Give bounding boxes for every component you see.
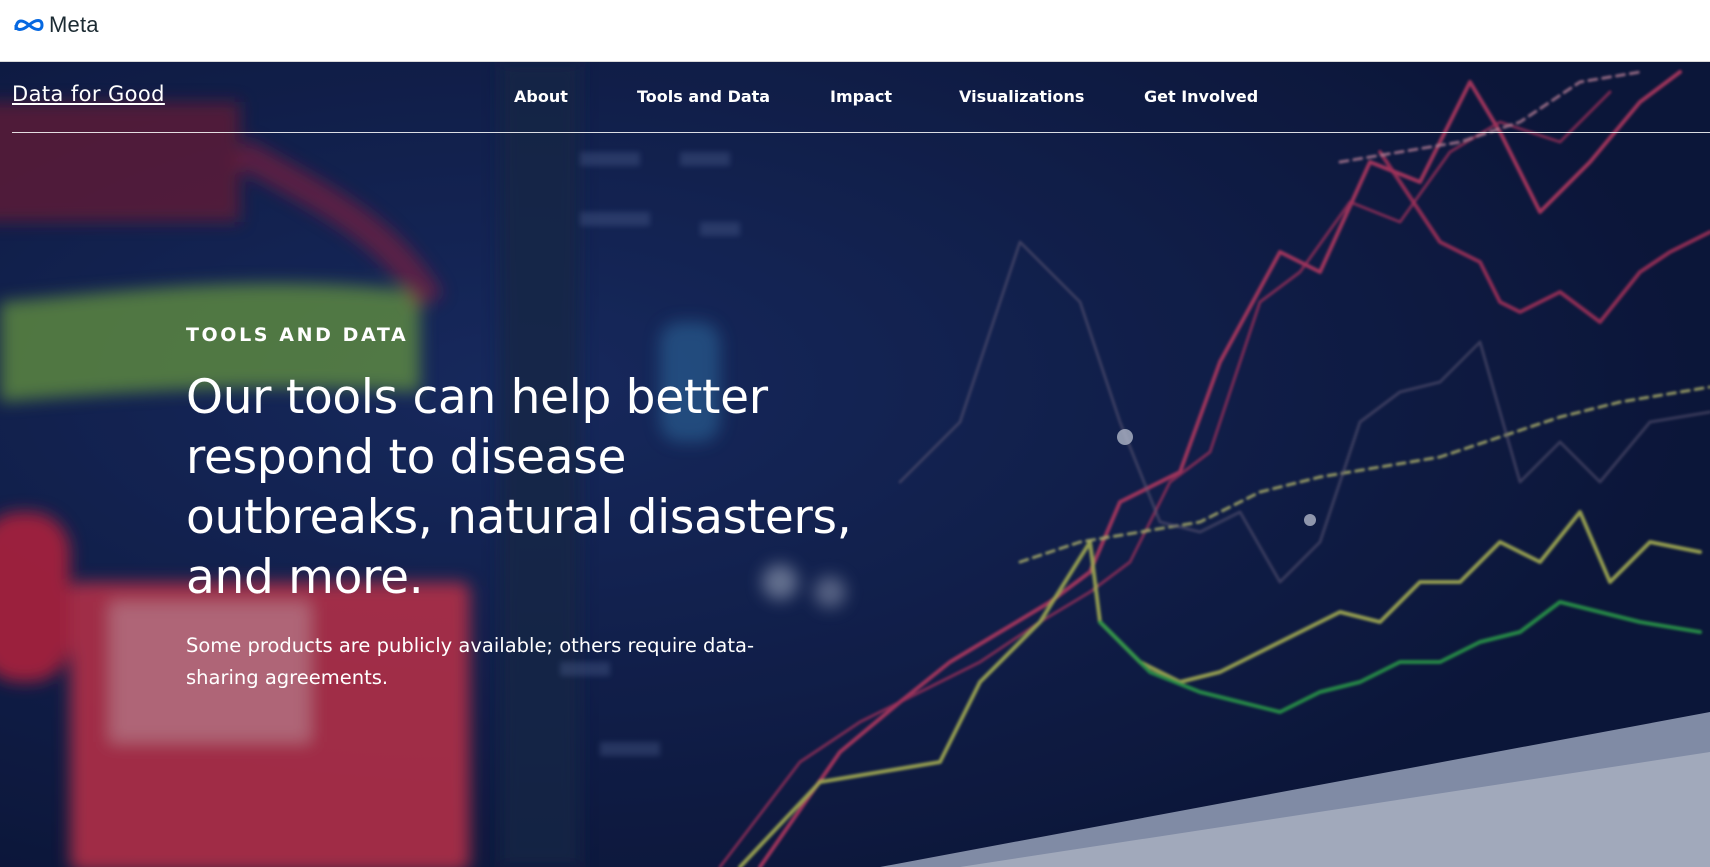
nav-item-tools-and-data[interactable]: Tools and Data bbox=[637, 87, 770, 106]
meta-logo-link[interactable]: Meta bbox=[13, 12, 99, 38]
site-title-link[interactable]: Data for Good bbox=[12, 82, 165, 106]
hero-content: TOOLS AND DATA Our tools can help better… bbox=[186, 324, 886, 694]
nav-item-visualizations[interactable]: Visualizations bbox=[959, 87, 1084, 106]
meta-infinity-icon bbox=[14, 19, 44, 31]
site-header: Data for Good About Tools and Data Impac… bbox=[0, 62, 1710, 133]
hero-section: Data for Good About Tools and Data Impac… bbox=[0, 62, 1710, 867]
header-divider bbox=[12, 132, 1710, 133]
hero-headline: Our tools can help better respond to dis… bbox=[186, 370, 852, 605]
nav-item-get-involved[interactable]: Get Involved bbox=[1144, 87, 1258, 106]
nav-item-impact[interactable]: Impact bbox=[830, 87, 892, 106]
nav-item-about[interactable]: About bbox=[514, 87, 568, 106]
top-bar: Meta bbox=[0, 0, 1710, 62]
meta-wordmark: Meta bbox=[49, 12, 99, 37]
hero-subtext: Some products are publicly available; ot… bbox=[186, 634, 754, 689]
section-eyebrow: TOOLS AND DATA bbox=[186, 324, 409, 346]
